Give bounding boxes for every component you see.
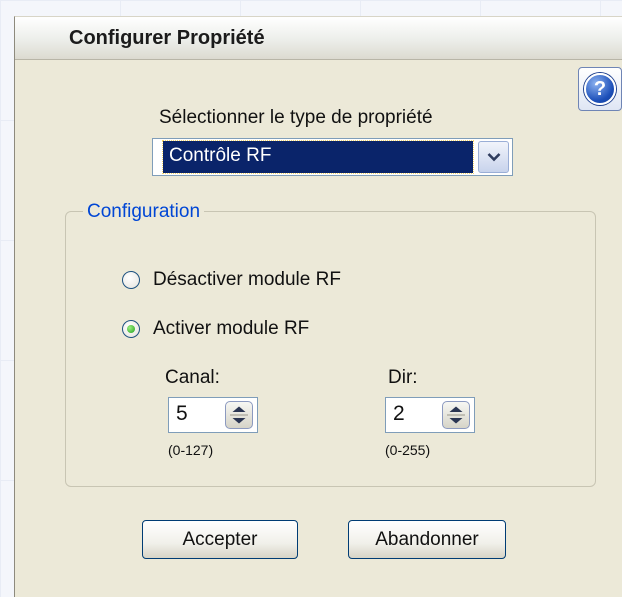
dir-range: (0-255): [385, 442, 431, 458]
canal-range: (0-127): [168, 442, 214, 458]
chevron-down-icon: [487, 153, 500, 162]
radio-label-disable: Désactiver module RF: [153, 269, 341, 290]
radio-enable-rf[interactable]: Activer module RF: [122, 318, 309, 340]
accept-button[interactable]: Accepter: [142, 520, 298, 559]
cancel-button[interactable]: Abandonner: [348, 520, 506, 559]
configuration-groupbox: [65, 211, 596, 487]
property-type-select[interactable]: Contrôle RF: [152, 138, 513, 176]
dir-spinner[interactable]: 2: [385, 397, 475, 433]
help-button[interactable]: ?: [578, 67, 622, 111]
up-down-arrows-icon: [230, 406, 248, 424]
radio-button-disable[interactable]: [122, 271, 140, 289]
dialog-title: Configurer Propriété: [69, 27, 265, 49]
dir-spin-button[interactable]: [442, 401, 470, 429]
radio-disable-rf[interactable]: Désactiver module RF: [122, 269, 341, 291]
configure-property-dialog: Configurer Propriété ? Sélectionner le t…: [14, 16, 622, 597]
radio-selected-dot: [127, 325, 135, 333]
radio-label-enable: Activer module RF: [153, 318, 310, 339]
configuration-legend: Configuration: [83, 201, 205, 223]
radio-button-enable[interactable]: [122, 320, 140, 338]
help-question-icon: ?: [584, 73, 616, 105]
property-type-selected-value: Contrôle RF: [162, 140, 474, 174]
property-type-label: Sélectionner le type de propriété: [159, 107, 433, 128]
canal-spin-button[interactable]: [225, 401, 253, 429]
dir-label: Dir:: [388, 367, 418, 388]
canal-spinner[interactable]: 5: [168, 397, 258, 433]
dir-value: 2: [393, 402, 405, 425]
up-down-arrows-icon: [447, 406, 465, 424]
canal-label: Canal:: [165, 367, 220, 388]
dialog-title-bar: Configurer Propriété: [15, 17, 622, 60]
canal-value: 5: [176, 402, 188, 425]
dropdown-button[interactable]: [478, 141, 509, 173]
